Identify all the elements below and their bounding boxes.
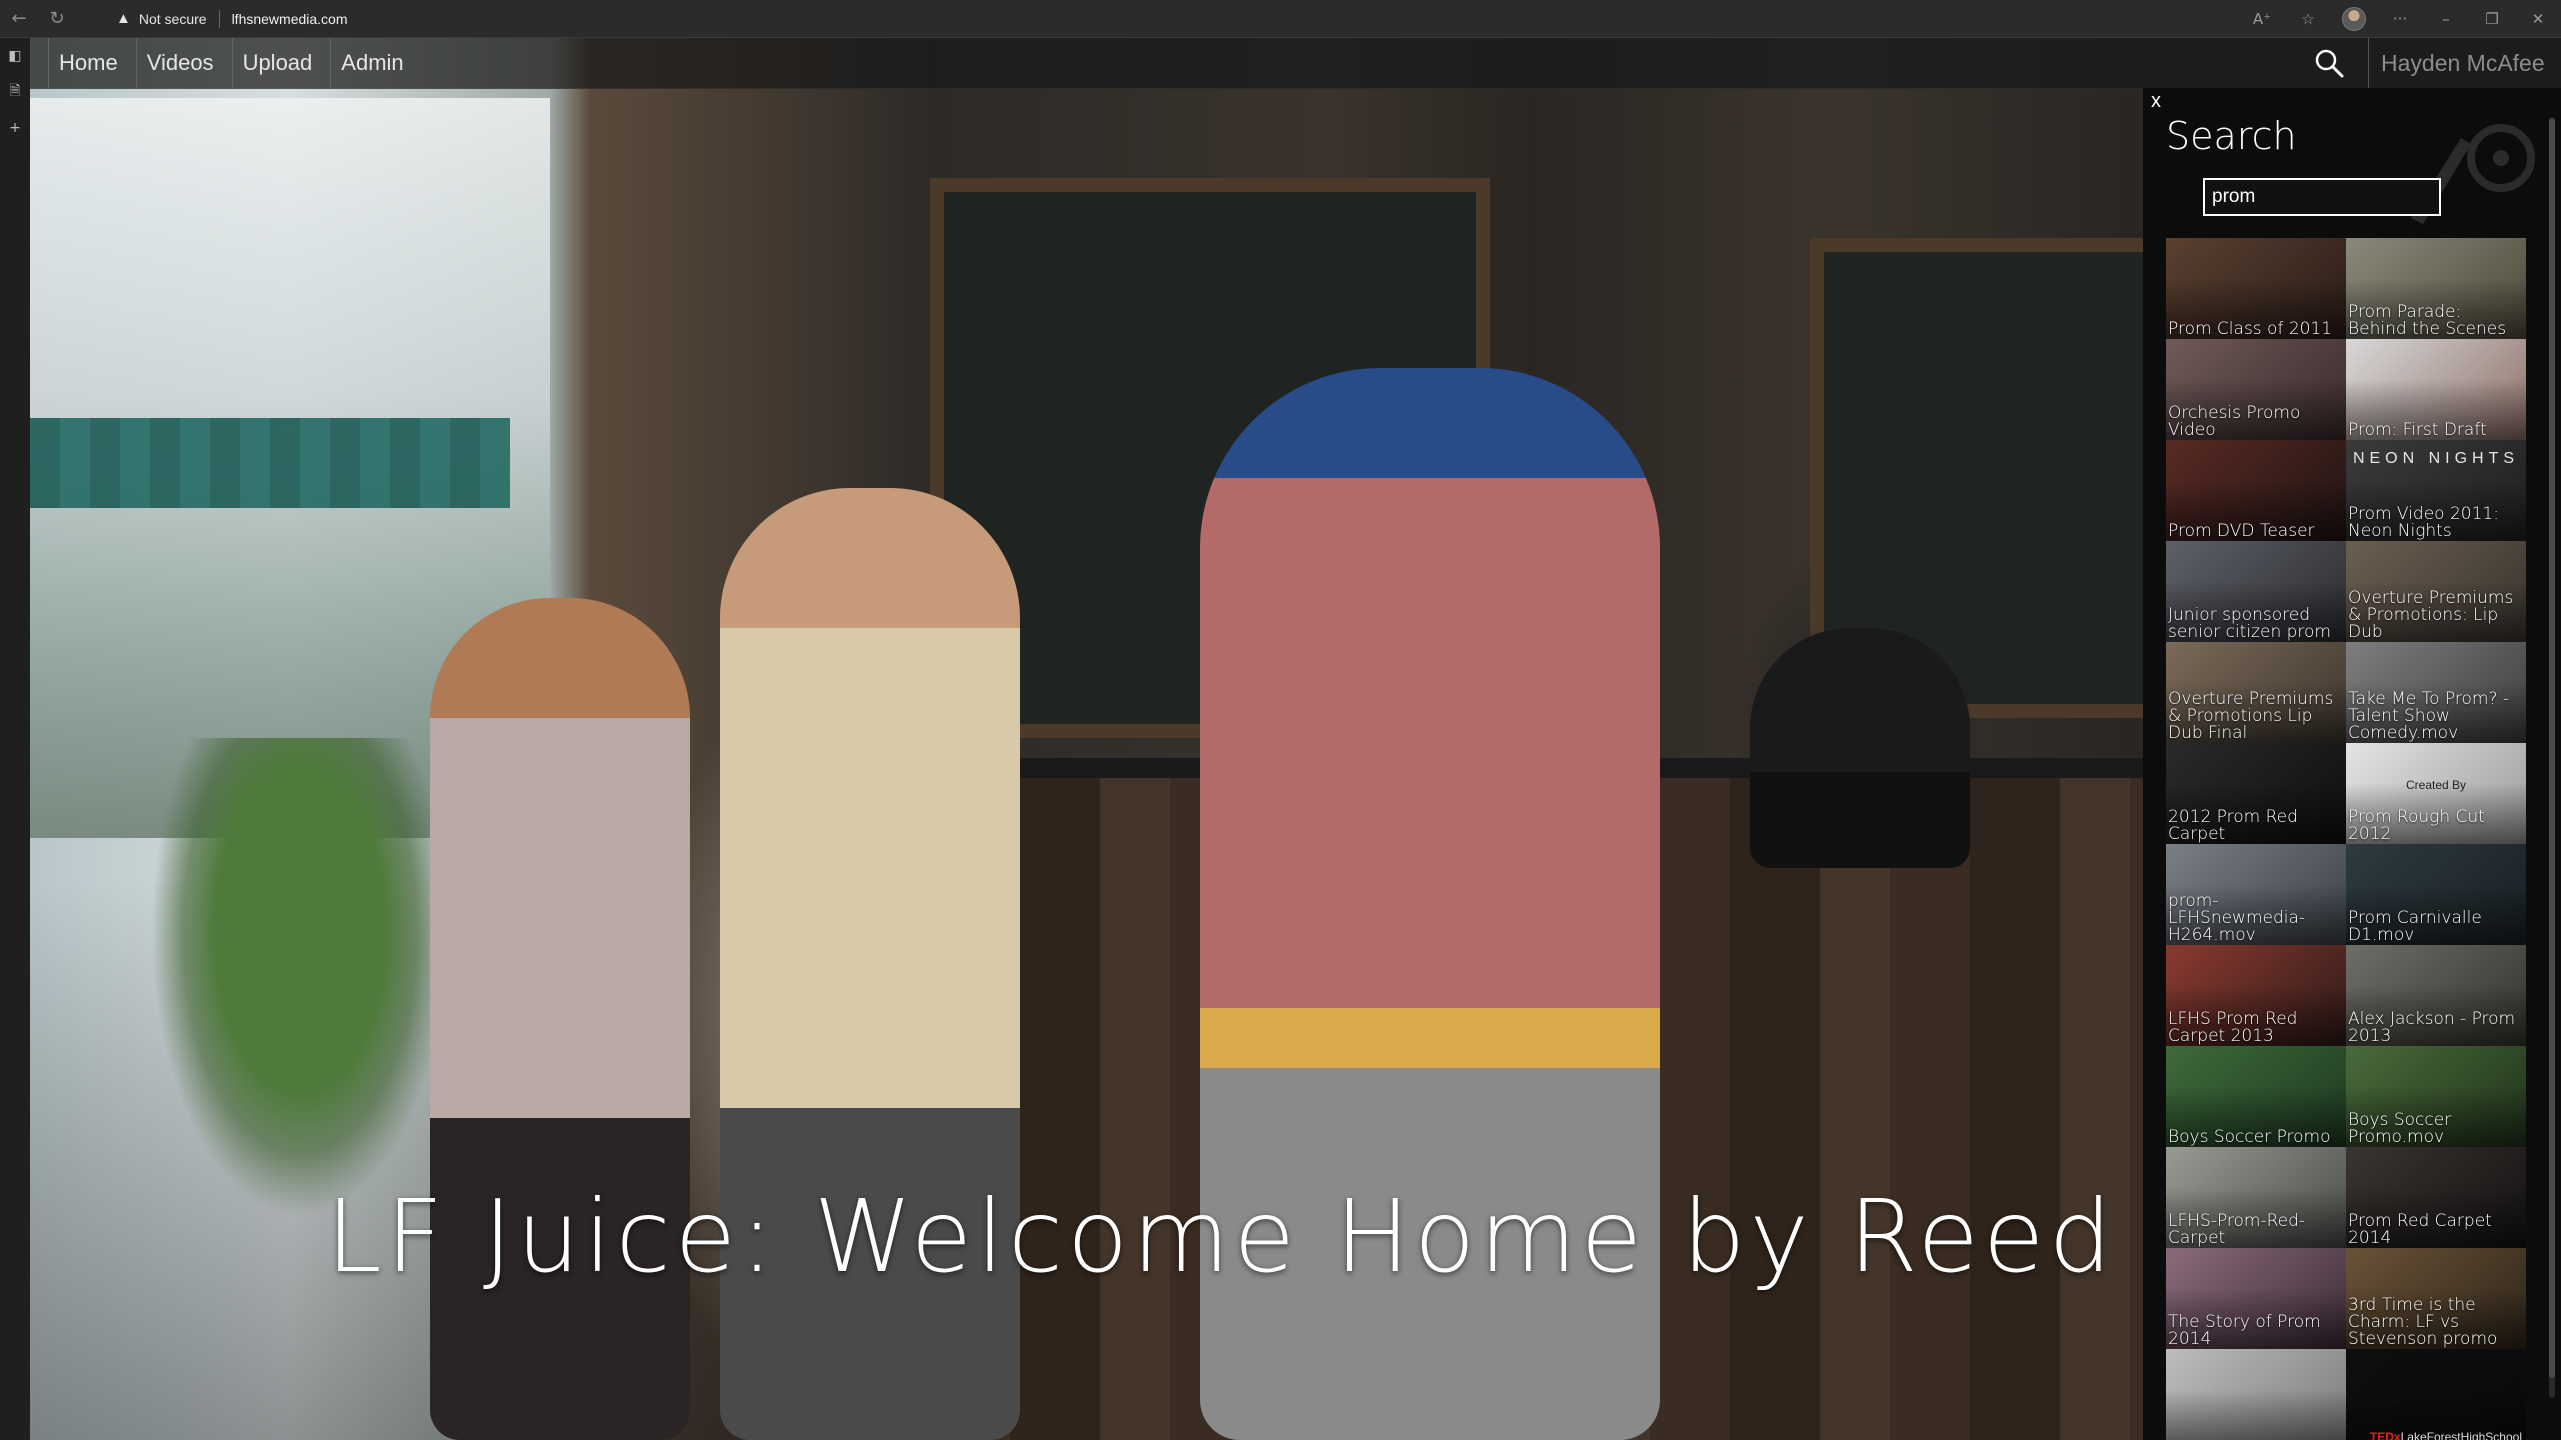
search-results-grid: Prom Class of 2011 Prom Parade: Behind th… — [2166, 238, 2526, 1440]
search-result-tile[interactable]: Prom Carnivalle D1.mov — [2346, 844, 2526, 945]
nav-home[interactable]: Home — [48, 38, 128, 88]
thumbnail-shade — [2166, 1349, 2346, 1440]
search-scrollbar[interactable] — [2549, 118, 2555, 1398]
hero-person — [1750, 628, 1970, 868]
search-scrollbar-thumb[interactable] — [2549, 118, 2555, 1378]
new-tab-icon[interactable]: + — [0, 110, 30, 146]
minimize-icon[interactable]: – — [2423, 0, 2469, 38]
site-navbar: Home Videos Upload Admin Hayden McAfee — [30, 38, 2561, 89]
search-result-tile[interactable]: Boys Soccer Promo — [2166, 1046, 2346, 1147]
read-aloud-icon[interactable]: A⁺ — [2239, 0, 2285, 38]
restore-icon[interactable]: ❐ — [2469, 0, 2515, 38]
search-result-tile[interactable]: Junior sponsored senior citizen prom — [2166, 541, 2346, 642]
search-result-title: Prom Video 2011: Neon Nights — [2348, 504, 2499, 541]
address-divider — [218, 9, 220, 28]
search-result-tile[interactable]: Boys Soccer Promo.mov — [2346, 1046, 2526, 1147]
address-bar[interactable]: ▲ Not secure lfhsnewmedia.com — [116, 0, 348, 38]
close-search-button[interactable]: x — [2151, 90, 2161, 113]
tedx-logo-text: LakeForestHighSchool — [2400, 1430, 2522, 1440]
search-result-title: Orchesis Promo Video — [2168, 403, 2301, 440]
more-icon[interactable]: ··· — [2377, 0, 2423, 38]
close-window-icon[interactable]: ✕ — [2515, 0, 2561, 38]
search-result-title: The Story of Prom 2014 — [2168, 1312, 2321, 1349]
search-result-title: 3rd Time is the Charm: LF vs Stevenson p… — [2348, 1295, 2498, 1349]
security-indicator[interactable]: ▲ Not secure — [116, 10, 207, 27]
search-panel: x Search Prom Class of 2011 Prom Parade: … — [2143, 88, 2561, 1440]
search-input[interactable] — [2203, 178, 2441, 216]
thumbnail-shade — [2346, 1349, 2526, 1440]
search-result-title: Prom Carnivalle D1.mov — [2348, 908, 2482, 945]
search-result-title: Prom Rough Cut 2012 — [2348, 807, 2485, 844]
search-result-tile[interactable]: 2012 Prom Red Carpet — [2166, 743, 2346, 844]
search-result-title: LFHS Prom Red Carpet 2013 — [2168, 1009, 2298, 1046]
website: LF Juice: Welcome Home by Reed Cl Home V… — [30, 38, 2561, 1440]
search-result-title: Boys Soccer Promo — [2168, 1127, 2331, 1147]
hero-person — [720, 488, 1020, 1440]
search-result-tile[interactable]: The Story of Prom 2014 — [2166, 1248, 2346, 1349]
search-result-tile[interactable]: Take Me To Prom? -Talent Show Comedy.mov — [2346, 642, 2526, 743]
search-result-tile[interactable]: Alex Jackson - Prom 2013 — [2346, 945, 2526, 1046]
search-result-tile[interactable]: Created ByProm Rough Cut 2012 — [2346, 743, 2526, 844]
search-result-title: 2012 Prom Red Carpet — [2168, 807, 2298, 844]
search-result-title: Prom DVD Teaser — [2168, 521, 2315, 541]
search-result-title: Prom: First Draft — [2348, 420, 2487, 440]
search-result-tile[interactable]: TEDxLakeForestHighSchool — [2346, 1349, 2526, 1440]
search-result-tile[interactable]: NEON NIGHTSProm Video 2011: Neon Nights — [2346, 440, 2526, 541]
search-result-tile[interactable]: Prom Red Carpet 2014 — [2346, 1147, 2526, 1248]
vertical-tab-strip: ◧ 🗎 + — [0, 38, 31, 1440]
browser-toolbar: ← ↻ ▲ Not secure lfhsnewmedia.com A⁺ ☆ ·… — [0, 0, 2561, 38]
hero-awning — [30, 418, 510, 508]
search-result-tile[interactable]: Orchesis Promo Video — [2166, 339, 2346, 440]
profile-icon[interactable] — [2331, 0, 2377, 38]
search-result-tile[interactable]: prom-LFHSnewmedia-H264.mov — [2166, 844, 2346, 945]
nav-menu: Home Videos Upload Admin — [48, 38, 422, 88]
search-result-tile[interactable]: Overture Premiums & Promotions Lip Dub F… — [2166, 642, 2346, 743]
search-result-tile[interactable]: LFHS Prom Red Carpet 2013 — [2166, 945, 2346, 1046]
search-result-title: Overture Premiums & Promotions Lip Dub F… — [2168, 689, 2334, 743]
search-heading: Search — [2166, 114, 2297, 158]
back-icon[interactable]: ← — [0, 0, 38, 38]
search-result-title: Alex Jackson - Prom 2013 — [2348, 1009, 2516, 1046]
nav-videos[interactable]: Videos — [135, 38, 224, 88]
search-result-tile[interactable]: 3rd Time is the Charm: LF vs Stevenson p… — [2346, 1248, 2526, 1349]
search-result-title: Prom Parade: Behind the Scenes — [2348, 302, 2507, 339]
search-result-title: Prom Class of 2011 — [2168, 319, 2333, 339]
search-result-tile[interactable]: Prom DVD Teaser — [2166, 440, 2346, 541]
browser-actions: A⁺ ☆ ··· – ❐ ✕ — [2239, 0, 2561, 38]
tedx-logo-mark: TEDx — [2369, 1430, 2401, 1440]
tedx-logo: TEDxLakeForestHighSchool — [2370, 1430, 2522, 1440]
tab-actions-icon[interactable]: ◧ — [0, 38, 30, 74]
search-result-title: Junior sponsored senior citizen prom — [2168, 605, 2331, 642]
search-result-tile[interactable]: Prom Class of 2011 — [2166, 238, 2346, 339]
search-result-title: Take Me To Prom? -Talent Show Comedy.mov — [2348, 689, 2510, 743]
hero-plant — [150, 738, 450, 1218]
favorites-icon[interactable]: ☆ — [2285, 0, 2331, 38]
hero-video-title[interactable]: LF Juice: Welcome Home by Reed Cl — [326, 1178, 2316, 1295]
search-result-tile[interactable]: LFHS-Prom-Red-Carpet — [2166, 1147, 2346, 1248]
user-name[interactable]: Hayden McAfee — [2368, 38, 2545, 88]
search-result-title: Prom Red Carpet 2014 — [2348, 1211, 2492, 1248]
search-result-title: Boys Soccer Promo.mov — [2348, 1110, 2452, 1147]
refresh-icon[interactable]: ↻ — [38, 0, 76, 38]
search-result-title: prom-LFHSnewmedia-H264.mov — [2168, 891, 2306, 945]
warning-icon: ▲ — [116, 10, 131, 27]
page-tab-icon[interactable]: 🗎 — [0, 74, 30, 110]
search-result-tile[interactable]: Prom: First Draft — [2346, 339, 2526, 440]
hero-person — [430, 598, 690, 1440]
search-result-tile[interactable]: Prom Parade: Behind the Scenes — [2346, 238, 2526, 339]
search-result-title: LFHS-Prom-Red-Carpet — [2168, 1211, 2306, 1248]
search-icon[interactable] — [2313, 47, 2345, 79]
search-result-title: Overture Premiums & Promotions: Lip Dub — [2348, 588, 2514, 642]
security-text: Not secure — [138, 10, 207, 27]
nav-upload[interactable]: Upload — [231, 38, 323, 88]
search-result-tile[interactable] — [2166, 1349, 2346, 1440]
search-result-tile[interactable]: Overture Premiums & Promotions: Lip Dub — [2346, 541, 2526, 642]
url-text[interactable]: lfhsnewmedia.com — [232, 11, 348, 27]
nav-admin[interactable]: Admin — [330, 38, 413, 88]
